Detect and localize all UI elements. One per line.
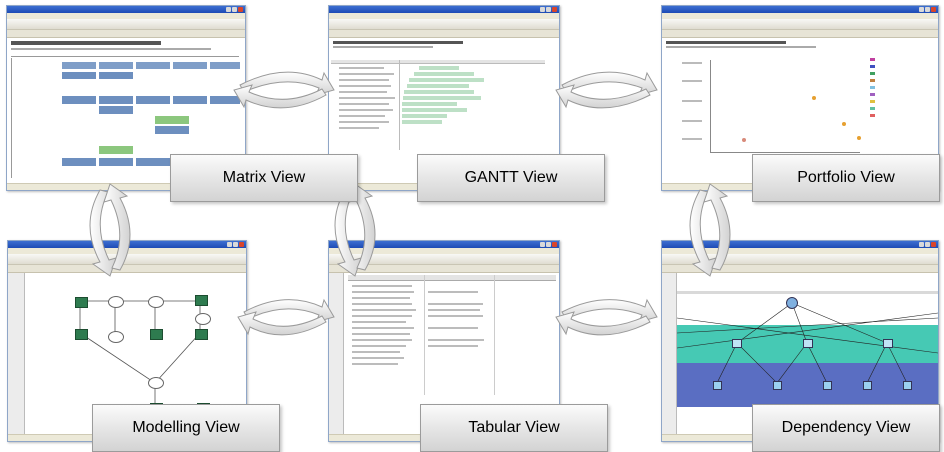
modelling-view-label: Modelling View bbox=[92, 404, 280, 452]
portfolio-view-label-text: Portfolio View bbox=[797, 169, 895, 186]
matrix-view-label-text: Matrix View bbox=[222, 169, 306, 186]
cycle-arrow-icon bbox=[233, 84, 327, 109]
matrix-view-label: Matrix View bbox=[170, 154, 358, 202]
cycle-arrows bbox=[89, 71, 731, 336]
cycle-arrow-icon bbox=[555, 84, 651, 109]
cycle-arrow-icon bbox=[555, 311, 651, 336]
dependency-view-label-text: Dependency View bbox=[781, 419, 911, 436]
gantt-view-label: GANTT View bbox=[417, 154, 605, 202]
portfolio-view-label: Portfolio View bbox=[752, 154, 940, 202]
tabular-view-label-text: Tabular View bbox=[468, 419, 560, 436]
cycle-arrow-icon bbox=[237, 311, 327, 336]
gantt-view-label-text: GANTT View bbox=[464, 169, 558, 186]
tabular-view-label: Tabular View bbox=[420, 404, 608, 452]
modelling-view-label-text: Modelling View bbox=[132, 419, 240, 436]
dependency-view-label: Dependency View bbox=[752, 404, 940, 452]
